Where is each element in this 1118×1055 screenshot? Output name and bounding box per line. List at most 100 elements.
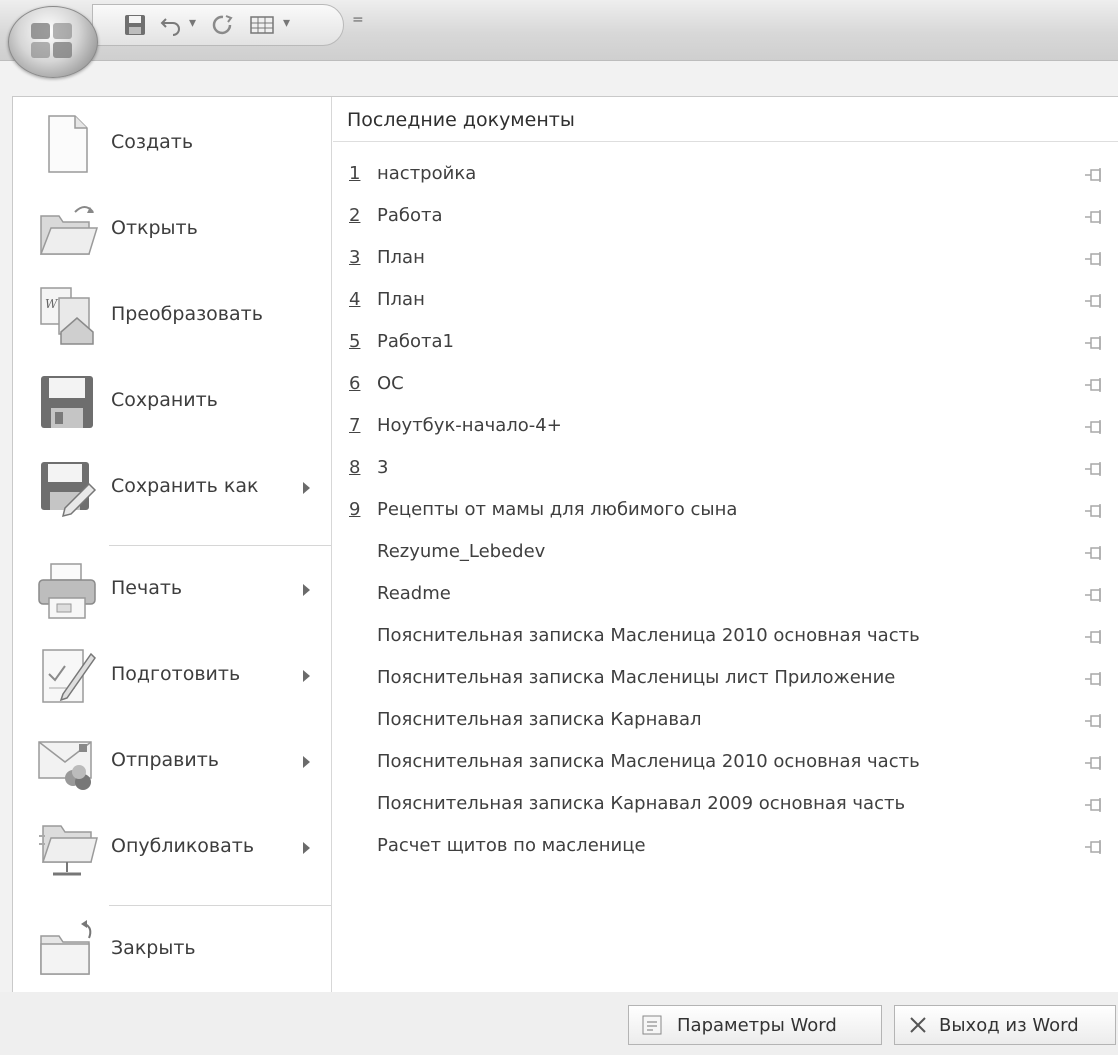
office-logo-icon [31,23,75,61]
menu-item-new[interactable]: Создать [13,101,331,187]
pin-icon[interactable] [1085,587,1105,602]
recent-document-name: 3 [377,457,389,478]
submenu-arrow-icon [303,670,310,682]
recent-documents-panel: Последние документы 1 настройка 2 Работа 3 Пл… [333,97,1118,993]
publish-icon [35,816,99,880]
recent-document-number: 9 [349,499,361,520]
pin-icon[interactable] [1085,545,1105,560]
menu-item-send[interactable]: Отправить [13,719,331,805]
menu-item-label: Сохранить [111,389,218,411]
word-options-label: Параметры Word [677,1014,837,1036]
pin-icon[interactable] [1085,419,1105,434]
redo-icon[interactable] [211,13,235,37]
pin-icon[interactable] [1085,461,1105,476]
save-as-icon [35,456,99,520]
recent-document-item[interactable]: Пояснительная записка Масленица 2010 осн… [333,617,1118,657]
recent-document-item[interactable]: 7 Ноутбук-начало-4+ [333,407,1118,447]
pin-icon[interactable] [1085,839,1105,854]
pin-icon[interactable] [1085,629,1105,644]
menu-item-label: Закрыть [111,937,196,959]
submenu-arrow-icon [303,842,310,854]
menu-footer: Параметры Word Выход из Word [0,992,1118,1055]
pin-icon[interactable] [1085,671,1105,686]
menu-separator [109,905,331,906]
menu-item-convert[interactable]: W Преобразовать [13,273,331,359]
menu-item-open[interactable]: Открыть [13,187,331,273]
word-options-button[interactable]: Параметры Word [628,1005,882,1045]
recent-document-number: 1 [349,163,361,184]
menu-commands: Создать Открыть W Преобразовать Сохранит… [13,97,332,993]
pin-icon[interactable] [1085,713,1105,728]
submenu-arrow-icon [303,482,310,494]
pin-icon[interactable] [1085,293,1105,308]
recent-document-number: 5 [349,331,361,352]
recent-document-item[interactable]: 1 настройка [333,155,1118,195]
recent-document-item[interactable]: 5 Работа1 [333,323,1118,363]
menu-item-save[interactable]: Сохранить [13,359,331,445]
recent-document-name: Rezyume_Lebedev [377,541,546,562]
recent-document-name: Ноутбук-начало-4+ [377,415,562,436]
convert-icon: W [35,284,99,348]
svg-text:W: W [45,297,59,311]
pin-icon[interactable] [1085,335,1105,350]
undo-icon[interactable] [159,13,183,37]
menu-item-publish[interactable]: Опубликовать [13,805,331,891]
recent-document-item[interactable]: Readme [333,575,1118,615]
recent-document-item[interactable]: 3 План [333,239,1118,279]
customize-dropdown-icon[interactable]: = [352,12,364,28]
menu-item-label: Сохранить как [111,475,259,497]
recent-documents-header: Последние документы [333,97,1118,142]
pin-icon[interactable] [1085,503,1105,518]
undo-dropdown-icon[interactable]: ▾ [189,15,196,31]
recent-document-item[interactable]: Пояснительная записка Карнавал [333,701,1118,741]
exit-word-button[interactable]: Выход из Word [894,1005,1116,1045]
menu-item-save-as[interactable]: Сохранить как [13,445,331,531]
recent-document-number: 6 [349,373,361,394]
pin-icon[interactable] [1085,209,1105,224]
menu-item-label: Открыть [111,217,198,239]
recent-document-item[interactable]: 83 [333,449,1118,489]
recent-document-item[interactable]: 2 Работа [333,197,1118,237]
recent-document-item[interactable]: Пояснительная записка Карнавал 2009 осно… [333,785,1118,825]
recent-document-name: Readme [377,583,451,604]
save-disk-icon [35,370,99,434]
recent-document-item[interactable]: 4 План [333,281,1118,321]
prepare-icon [35,644,99,708]
menu-item-label: Печать [111,577,183,599]
recent-document-item[interactable]: Пояснительная записка Масленицы лист При… [333,659,1118,699]
recent-document-name: Пояснительная записка Масленица 2010 осн… [377,751,920,772]
menu-item-label: Преобразовать [111,303,263,325]
office-button[interactable] [8,6,98,78]
menu-item-close[interactable]: Закрыть [13,907,331,993]
recent-documents-title: Последние документы [347,109,575,131]
recent-document-name: План [377,289,425,310]
recent-document-item[interactable]: 9 Рецепты от мамы для любимого сына [333,491,1118,531]
submenu-arrow-icon [303,584,310,596]
table-icon[interactable] [249,13,275,37]
quick-access-toolbar: ▾ ▾ [92,4,344,46]
recent-document-name: Пояснительная записка Масленица 2010 осн… [377,625,920,646]
menu-item-label: Опубликовать [111,835,255,857]
exit-word-label: Выход из Word [939,1014,1079,1036]
menu-item-print[interactable]: Печать [13,547,331,633]
recent-document-item[interactable]: Rezyume_Lebedev [333,533,1118,573]
options-icon [641,1014,663,1036]
pin-icon[interactable] [1085,167,1105,182]
pin-icon[interactable] [1085,251,1105,266]
recent-document-name: Работа [377,205,443,226]
close-icon [907,1014,929,1036]
table-dropdown-icon[interactable]: ▾ [283,15,290,31]
recent-document-item[interactable]: Расчет щитов по масленице [333,827,1118,867]
pin-icon[interactable] [1085,797,1105,812]
recent-document-item[interactable]: 6 ОС [333,365,1118,405]
pin-icon[interactable] [1085,377,1105,392]
send-icon [35,730,99,794]
recent-document-name: Расчет щитов по масленице [377,835,646,856]
save-icon[interactable] [123,13,147,37]
recent-document-name: План [377,247,425,268]
recent-document-name: настройка [377,163,477,184]
recent-document-number: 2 [349,205,361,226]
menu-item-prepare[interactable]: Подготовить [13,633,331,719]
pin-icon[interactable] [1085,755,1105,770]
recent-document-item[interactable]: Пояснительная записка Масленица 2010 осн… [333,743,1118,783]
